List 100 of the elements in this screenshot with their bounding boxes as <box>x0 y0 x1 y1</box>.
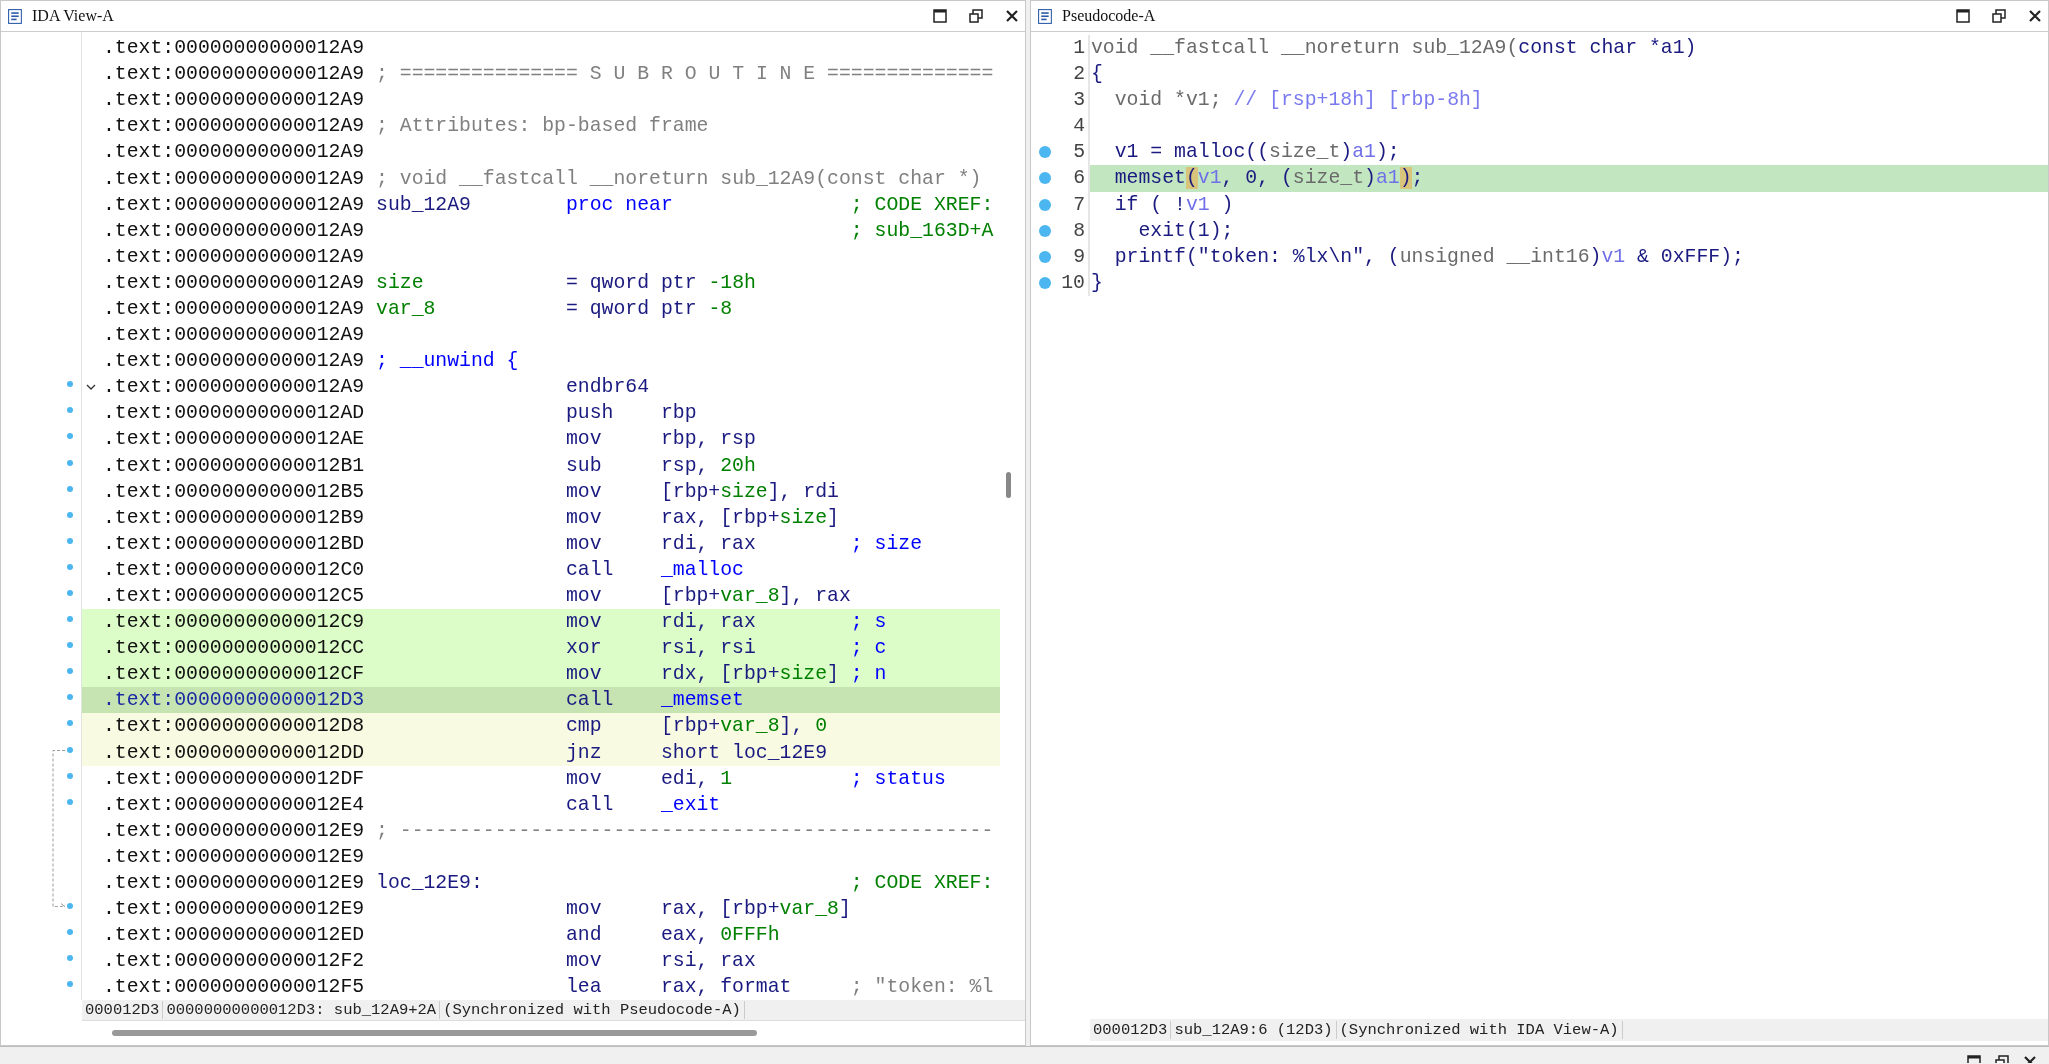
comment-text: ; void __fastcall __noreturn sub_12A9(const char *) <box>376 167 982 190</box>
address-text: .text:00000000000012C5 <box>103 585 366 607</box>
code-line: memset(v1, 0, (size_t)a1); <box>1113 167 1424 190</box>
address-text: .text:00000000000012A9 <box>103 115 366 138</box>
operand-text: rax, [rbp+size] <box>660 506 839 529</box>
address-text: .text:00000000000012F5 <box>103 976 366 999</box>
mnemonic-text: call <box>565 689 615 712</box>
address-text: .text:00000000000012CF <box>103 663 366 686</box>
operand-text: [rbp+size], rdi <box>660 480 839 503</box>
status-text: 000012D3 <box>82 1001 164 1019</box>
status-text: (Synchronized with Pseudocode-A) <box>440 1001 745 1019</box>
line-number: 8 <box>1073 218 1085 244</box>
address-text: .text:00000000000012E4 <box>103 793 366 816</box>
comment-text: ; c <box>850 637 887 660</box>
address-text: .text:00000000000012AE <box>103 428 366 451</box>
address-text: .text:00000000000012AD <box>103 402 366 425</box>
comment-text: ; =============== S U B R O U T I N E ============== <box>376 63 994 86</box>
document-icon <box>1037 7 1054 25</box>
line-number: 6 <box>1073 166 1085 192</box>
address-text: .text:00000000000012F2 <box>103 950 366 973</box>
restore-icon[interactable] <box>1992 9 2006 23</box>
mnemonic-text: = <box>565 271 578 294</box>
document-icon <box>7 7 24 25</box>
mnemonic-text: xor <box>565 637 603 660</box>
operand-text: [rbp+var_8], rax <box>660 585 851 607</box>
address-text: .text:00000000000012BD <box>103 532 366 555</box>
line-number: 4 <box>1073 114 1085 140</box>
comment-text: ; -------------------------------------------------- <box>376 819 994 842</box>
mnemonic-text: and <box>565 924 603 947</box>
address-text: .text:00000000000012A9 <box>103 89 366 112</box>
comment-text: ; CODE XREF: <box>850 872 994 895</box>
address-text: .text:00000000000012A9 <box>103 350 366 373</box>
line-number: 3 <box>1073 88 1085 114</box>
restore-icon[interactable] <box>969 9 983 23</box>
maximize-icon[interactable] <box>1967 1055 1981 1063</box>
address-text: .text:00000000000012A9 <box>103 324 366 347</box>
operand-text: rbp, rsp <box>660 428 756 451</box>
mnemonic-text: = <box>565 298 578 320</box>
address-text: .text:00000000000012C9 <box>103 611 366 634</box>
comment-text: ; n <box>850 663 887 686</box>
label-text: sub_12A9 <box>376 193 471 216</box>
mnemonic-text: mov <box>565 428 603 451</box>
mnemonic-text: lea <box>565 976 603 999</box>
code-line: } <box>1091 271 1103 294</box>
operand-text: _memset <box>660 689 744 712</box>
address-text: .text:00000000000012A9 <box>103 271 366 294</box>
operand-text: short loc_12E9 <box>660 741 828 764</box>
mnemonic-text: call <box>565 793 615 816</box>
code-line: printf("token: %lx\n", (unsigned __int16)v1 & 0xFFF); <box>1113 245 1744 268</box>
code-line: exit(1); <box>1137 219 1234 242</box>
comment-text: ; sub_163D+A <box>850 219 994 242</box>
address-text: .text:00000000000012CC <box>103 637 366 660</box>
restore-icon[interactable] <box>1995 1055 2009 1063</box>
operand-text: rbp <box>660 402 697 425</box>
mnemonic-text: mov <box>565 506 603 529</box>
address-text: .text:00000000000012E9 <box>103 845 366 868</box>
code-line: v1 = malloc((size_t)a1); <box>1113 141 1400 164</box>
address-text: .text:00000000000012A9 <box>103 141 366 164</box>
operand-text: _malloc <box>660 558 744 581</box>
operand-text: _exit <box>660 793 721 816</box>
label-text: loc_12E9: <box>376 872 483 895</box>
mnemonic-text: mov <box>565 611 603 634</box>
address-text: .text:00000000000012C0 <box>103 558 366 581</box>
line-number: 2 <box>1073 62 1085 88</box>
operand-text: rdx, [rbp+size] <box>660 663 839 686</box>
panel-title: Pseudocode-A <box>1062 7 1156 25</box>
operand-text: qword ptr -18h <box>589 271 756 294</box>
label-text: size <box>376 271 424 294</box>
mnemonic-text: mov <box>565 585 603 607</box>
mnemonic-text: push <box>565 402 615 425</box>
comment-text: ; CODE XREF: <box>850 193 994 216</box>
operand-text: edi, 1 <box>660 767 733 790</box>
mnemonic-text: sub <box>565 454 603 477</box>
address-text: .text:00000000000012A9 <box>103 37 366 60</box>
maximize-icon[interactable] <box>1956 9 1970 23</box>
address-text: .text:00000000000012DD <box>103 741 366 764</box>
mnemonic-text: proc near <box>565 193 673 216</box>
address-text: .text:00000000000012D3 <box>103 689 366 712</box>
status-text: 00000000000012D3: sub_12A9+2A <box>163 1001 441 1019</box>
address-text: .text:00000000000012DF <box>103 767 366 790</box>
mnemonic-text: mov <box>565 898 603 921</box>
operand-text: rsi, rsi <box>660 637 756 660</box>
code-line: void *v1; // [rsp+18h] [rbp-8h] <box>1113 89 1483 112</box>
mnemonic-text: cmp <box>565 715 603 738</box>
maximize-icon[interactable] <box>933 9 947 23</box>
comment-text: ; size <box>850 532 923 555</box>
address-text: .text:00000000000012E9 <box>103 819 366 842</box>
operand-text: [rbp+var_8], 0 <box>660 715 828 738</box>
status-text: (Synchronized with IDA View-A) <box>1336 1021 1623 1039</box>
address-text: .text:00000000000012A9 <box>103 376 366 399</box>
mnemonic-text: jnz <box>565 741 603 764</box>
comment-text: ; s <box>850 611 887 634</box>
operand-text: qword ptr -8 <box>589 298 733 320</box>
address-text: .text:00000000000012E9 <box>103 898 366 921</box>
scrollbar-thumb[interactable] <box>112 1030 757 1036</box>
scrollbar-thumb[interactable] <box>1006 472 1011 498</box>
address-text: .text:00000000000012B9 <box>103 506 366 529</box>
line-number: 1 <box>1073 36 1085 61</box>
operand-text: rsi, rax <box>660 950 756 973</box>
address-text: .text:00000000000012A9 <box>103 245 366 268</box>
